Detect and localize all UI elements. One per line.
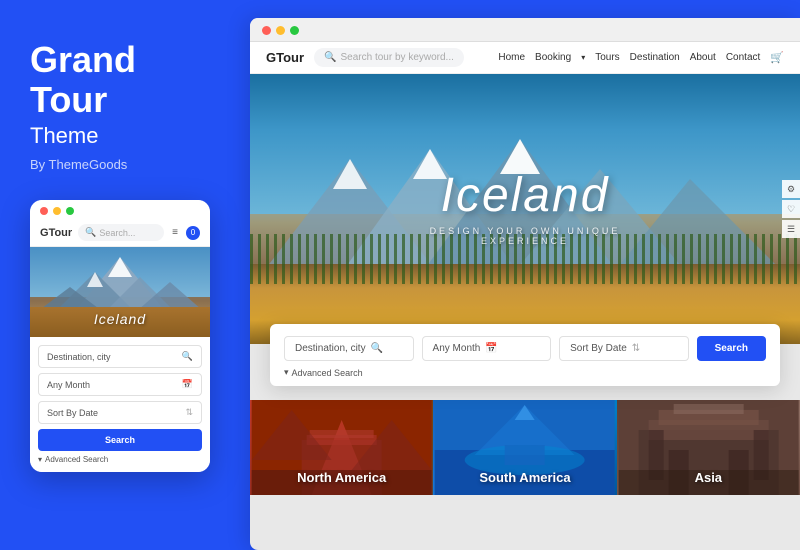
advanced-search-toggle[interactable]: ▾ Advanced Search [284, 367, 766, 378]
mobile-field-month[interactable]: Any Month 📅 [38, 373, 202, 396]
dest-label-north-america: North America [250, 470, 433, 485]
search-dest-icon: 🔍 [371, 343, 383, 354]
mobile-field-destination[interactable]: Destination, city 🔍 [38, 345, 202, 368]
website-nav: GTour 🔍 Search tour by keyword... Home B… [250, 42, 800, 74]
mobile-mockup: GTour 🔍 Search... ≡ 0 [30, 200, 210, 472]
search-field-sort[interactable]: Sort By Date ⇅ [559, 336, 689, 361]
browser-window: GTour 🔍 Search tour by keyword... Home B… [250, 18, 800, 550]
hero-text: Iceland Design Your Own Unique Experienc… [388, 172, 663, 246]
sidebar-icon-settings[interactable]: ⚙ [782, 180, 800, 198]
dest-card-south-america[interactable]: South America [433, 400, 616, 495]
dot-green [66, 207, 74, 215]
search-bar-container: Destination, city 🔍 Any Month 📅 Sort By … [270, 324, 780, 386]
left-panel: Grand Tour Theme By ThemeGoods GTour 🔍 S… [0, 0, 240, 550]
dot-yellow [53, 207, 61, 215]
sidebar-icon-heart[interactable]: ♡ [782, 200, 800, 218]
dest-label-asia: Asia [617, 470, 800, 485]
mobile-sort-icon: ⇅ [185, 407, 193, 418]
sidebar-icon-list[interactable]: ☰ [782, 220, 800, 238]
nav-booking[interactable]: Booking [535, 52, 571, 63]
advanced-chevron-icon: ▾ [284, 367, 289, 378]
website-search-bar[interactable]: 🔍 Search tour by keyword... [314, 48, 464, 67]
mobile-logo-g: G [40, 227, 49, 239]
dot-red [40, 207, 48, 215]
mobile-search-button[interactable]: Search [38, 429, 202, 451]
mobile-titlebar [30, 200, 210, 219]
browser-chrome [250, 18, 800, 42]
mobile-form: Destination, city 🔍 Any Month 📅 Sort By … [30, 337, 210, 472]
mobile-chevron-icon: ▾ [38, 455, 42, 464]
mobile-search-icon: 🔍 [85, 227, 96, 238]
search-bar: Destination, city 🔍 Any Month 📅 Sort By … [270, 324, 780, 386]
mobile-search-placeholder: Search... [99, 228, 135, 238]
website-hero: Iceland Design Your Own Unique Experienc… [250, 74, 800, 344]
nav-home[interactable]: Home [498, 52, 525, 63]
mobile-field-sort[interactable]: Sort By Date ⇅ [38, 401, 202, 424]
nav-cart-icon[interactable]: 🛒 [770, 51, 784, 64]
app-title: Grand Tour Theme By ThemeGoods [30, 40, 210, 172]
website-logo-g: G [266, 50, 276, 65]
mobile-advanced-search[interactable]: ▾ Advanced Search [38, 455, 202, 464]
dest-card-north-america[interactable]: North America [250, 400, 433, 495]
title-theme: Theme [30, 123, 210, 149]
nav-booking-chevron: ▾ [581, 53, 585, 62]
search-cal-icon: 📅 [485, 343, 497, 354]
destination-cards: North America South America [250, 400, 800, 495]
hero-title: Iceland [388, 172, 663, 220]
mobile-destination-icon: 🔍 [182, 351, 193, 362]
website-nav-links: Home Booking ▾ Tours Destination About C… [498, 51, 784, 64]
search-bar-row: Destination, city 🔍 Any Month 📅 Sort By … [284, 336, 766, 361]
website-logo: GTour [266, 50, 304, 65]
browser-dot-yellow [276, 26, 285, 35]
by-themegoods: By ThemeGoods [30, 157, 210, 172]
mobile-calendar-icon: 📅 [182, 379, 193, 390]
nav-tours[interactable]: Tours [595, 52, 619, 63]
mobile-hero-text: Iceland [30, 311, 210, 327]
search-sort-icon: ⇅ [632, 343, 640, 354]
title-grand-tour: Grand Tour [30, 40, 210, 119]
nav-contact[interactable]: Contact [726, 52, 760, 63]
mobile-logo: GTour [40, 227, 72, 239]
dest-card-asia[interactable]: Asia [617, 400, 800, 495]
hero-subtitle: Design Your Own Unique Experience [388, 226, 663, 246]
dest-label-south-america: South America [433, 470, 616, 485]
sidebar-icons: ⚙ ♡ ☰ [782, 180, 800, 238]
search-field-month[interactable]: Any Month 📅 [422, 336, 552, 361]
search-field-destination[interactable]: Destination, city 🔍 [284, 336, 414, 361]
website-search-icon: 🔍 [324, 52, 336, 63]
search-button[interactable]: Search [697, 336, 766, 361]
mobile-search-bar[interactable]: 🔍 Search... [78, 224, 164, 241]
mobile-hero: Iceland [30, 247, 210, 337]
mobile-cart-badge[interactable]: 0 [186, 226, 200, 240]
browser-dot-green [290, 26, 299, 35]
mobile-nav: GTour 🔍 Search... ≡ 0 [30, 219, 210, 247]
nav-destination[interactable]: Destination [630, 52, 680, 63]
mobile-menu-icon[interactable]: ≡ [172, 227, 178, 238]
nav-about[interactable]: About [690, 52, 716, 63]
browser-dot-red [262, 26, 271, 35]
